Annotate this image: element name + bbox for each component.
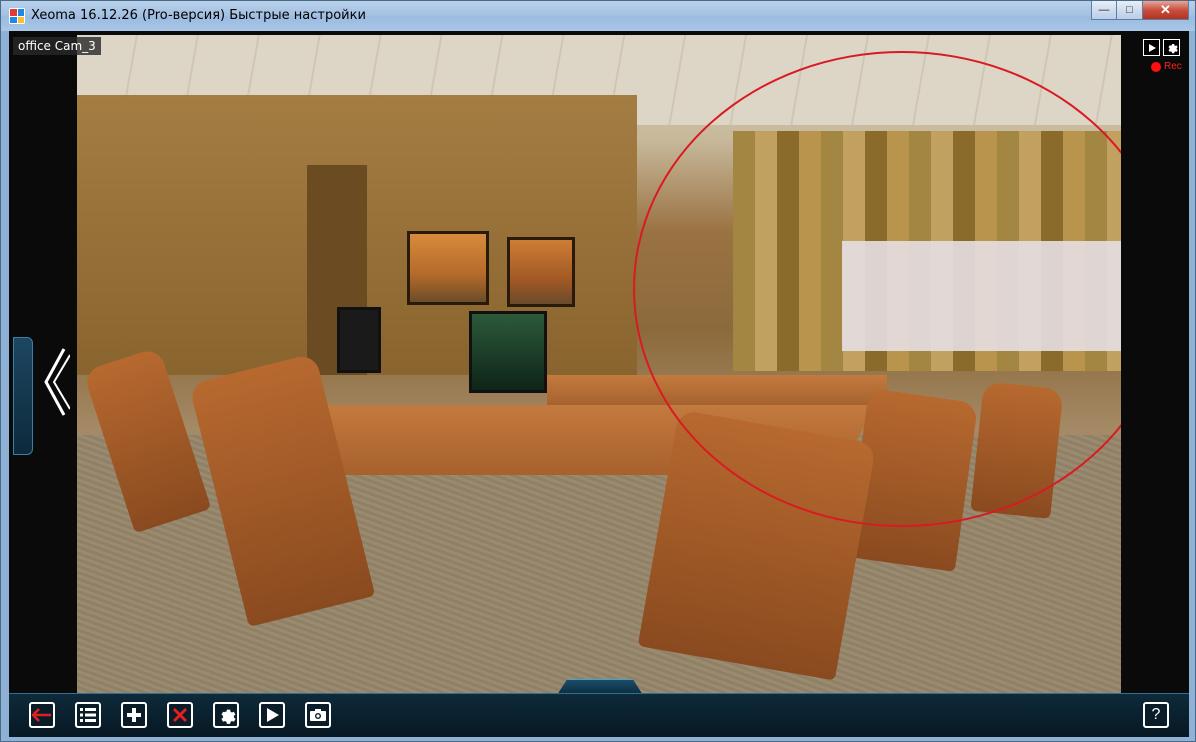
scene-monitor — [469, 311, 547, 393]
play-icon[interactable] — [1143, 39, 1160, 56]
title-bar: Xeoma 16.12.26 (Pro-версия) Быстрые наст… — [1, 1, 1195, 31]
window-controls: — □ ✕ — [1091, 1, 1189, 21]
maximize-button[interactable]: □ — [1117, 1, 1143, 20]
add-button[interactable] — [121, 702, 147, 728]
play-button[interactable] — [259, 702, 285, 728]
plus-icon — [127, 708, 141, 722]
scene-monitor — [337, 307, 381, 373]
previous-camera-arrow-icon[interactable] — [37, 345, 73, 419]
app-window: Xeoma 16.12.26 (Pro-версия) Быстрые наст… — [0, 0, 1196, 742]
left-side-tab[interactable] — [13, 337, 33, 455]
window-title: Xeoma 16.12.26 (Pro-версия) Быстрые наст… — [31, 8, 366, 23]
help-button[interactable]: ? — [1143, 702, 1169, 728]
arrow-left-icon — [32, 708, 51, 722]
settings-button[interactable] — [213, 702, 239, 728]
rec-label: Rec — [1164, 61, 1182, 72]
camera-tools — [1143, 39, 1180, 56]
rec-dot-icon — [1151, 61, 1161, 72]
gear-icon — [221, 709, 236, 724]
close-button[interactable]: ✕ — [1143, 1, 1189, 20]
list-icon — [80, 708, 96, 722]
back-button[interactable] — [29, 702, 55, 728]
scene-painting — [507, 237, 575, 307]
scene-painting — [407, 231, 489, 305]
cross-icon — [172, 707, 188, 723]
camera-name-label: office Cam_3 — [13, 37, 101, 55]
camera-video-feed[interactable] — [77, 35, 1121, 693]
rec-indicator: Rec — [1151, 61, 1182, 72]
xeoma-logo-icon — [9, 8, 25, 24]
delete-button[interactable] — [167, 702, 193, 728]
play-icon — [267, 708, 279, 722]
minimize-button[interactable]: — — [1091, 1, 1117, 20]
camera-icon — [310, 709, 326, 721]
snapshot-button[interactable] — [305, 702, 331, 728]
list-button[interactable] — [75, 702, 101, 728]
gear-icon[interactable] — [1163, 39, 1180, 56]
camera-view-area: office Cam_3 Rec ? — [9, 31, 1189, 737]
